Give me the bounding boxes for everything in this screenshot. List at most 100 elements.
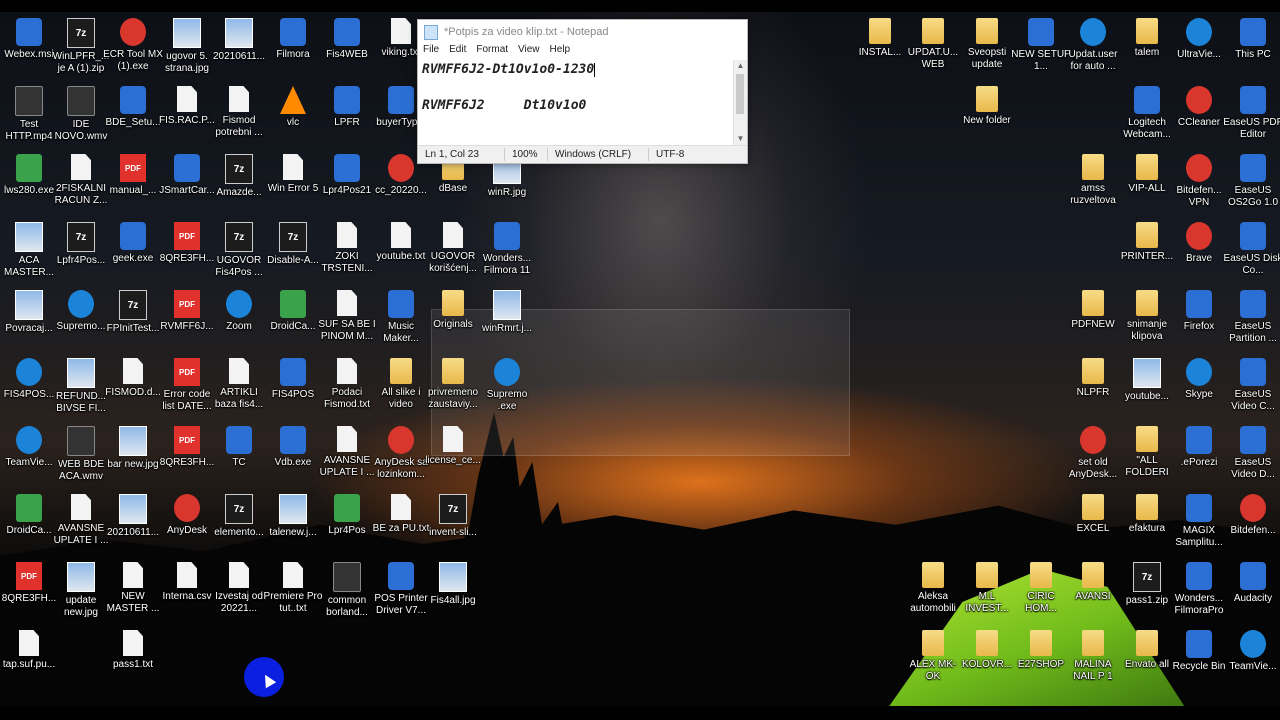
desktop-icon[interactable]: ZOKI TRSTENI...: [318, 220, 376, 286]
desktop-icon[interactable]: Lpr4Pos: [318, 492, 376, 558]
desktop-icon[interactable]: AnyDesk sa lozinkom...: [372, 424, 430, 490]
desktop-icon[interactable]: ECR Tool MX (1).exe: [103, 16, 163, 82]
desktop-icon[interactable]: MALINA NAIL P 1: [1064, 628, 1122, 694]
desktop-icon[interactable]: FIS.RAC.P...: [158, 84, 216, 150]
desktop-icon[interactable]: Win Error 5: [264, 152, 322, 218]
desktop-icon[interactable]: 7z Amazde...: [210, 152, 268, 218]
desktop-icon[interactable]: Updat.user for auto ...: [1064, 16, 1122, 82]
desktop-icon[interactable]: Wonders... Filmora 11: [478, 220, 536, 286]
desktop-icon[interactable]: TeamVie...: [0, 424, 58, 490]
desktop-icon[interactable]: EaseUS Partition ...: [1224, 288, 1280, 354]
desktop-icon[interactable]: Aleksa automobili: [904, 560, 962, 626]
desktop-icon[interactable]: .ePorezi: [1170, 424, 1228, 490]
desktop-icon[interactable]: TC: [210, 424, 268, 490]
desktop-icon[interactable]: Envato all: [1118, 628, 1176, 694]
desktop-icon[interactable]: SUF SA BE I PINOM M...: [318, 288, 376, 354]
desktop-icon[interactable]: 2FISKALNI RACUN Z...: [52, 152, 110, 218]
desktop-icon[interactable]: EaseUS Disk Co...: [1224, 220, 1280, 286]
desktop-icon[interactable]: EaseUS Video D...: [1224, 424, 1280, 490]
desktop-icon[interactable]: DroidCa...: [0, 492, 58, 558]
desktop-icon[interactable]: winRmrt.j...: [478, 288, 536, 354]
desktop-icon[interactable]: Vdb.exe: [264, 424, 322, 490]
desktop-icon[interactable]: update new.jpg: [52, 560, 110, 626]
desktop-icon[interactable]: Bitdefen... VPN: [1170, 152, 1228, 218]
desktop-icon[interactable]: 7z invent-sli...: [424, 492, 482, 558]
desktop-icon[interactable]: UltraVie...: [1170, 16, 1228, 82]
notepad-titlebar[interactable]: *Potpis za video klip.txt - Notepad: [418, 20, 747, 44]
desktop-icon[interactable]: Fis4all.jpg: [424, 560, 482, 626]
desktop-icon[interactable]: Originals: [424, 288, 482, 354]
desktop-icon[interactable]: privremeno zaustaviy...: [424, 356, 482, 422]
desktop-icon[interactable]: Firefox: [1170, 288, 1228, 354]
desktop-icon[interactable]: geek.exe: [104, 220, 162, 286]
vertical-scrollbar[interactable]: ▲ ▼: [733, 60, 747, 145]
desktop-icon[interactable]: efaktura: [1118, 492, 1176, 558]
desktop-icon[interactable]: Brave: [1170, 220, 1228, 286]
desktop-icon[interactable]: talem: [1118, 16, 1176, 82]
desktop-icon[interactable]: WEB BDE ACA.wmv: [52, 424, 110, 490]
desktop-icon[interactable]: common borland...: [318, 560, 376, 626]
notepad-window[interactable]: *Potpis za video klip.txt - Notepad File…: [417, 19, 748, 164]
menu-view[interactable]: View: [518, 44, 540, 60]
desktop-icon[interactable]: pass1.txt: [104, 628, 162, 694]
desktop-icon[interactable]: PDF 8QRE3FH...: [158, 424, 216, 490]
desktop-icon[interactable]: 7z Disable-A...: [264, 220, 322, 286]
desktop-icon[interactable]: KOLOVR...: [958, 628, 1016, 694]
desktop-icon[interactable]: NEW MASTER ...: [104, 560, 162, 626]
desktop-icon[interactable]: IDE NOVO.wmv: [52, 84, 110, 150]
desktop-icon[interactable]: DroidCa...: [264, 288, 322, 354]
desktop-icon[interactable]: 20210611...: [104, 492, 162, 558]
desktop-icon[interactable]: youtube...: [1118, 356, 1176, 422]
desktop-icon[interactable]: Fis4WEB: [318, 16, 376, 82]
desktop-icon[interactable]: CCleaner: [1170, 84, 1228, 150]
desktop-icon[interactable]: EaseUS OS2Go 1.0: [1224, 152, 1280, 218]
desktop-icon[interactable]: FIS4POS...: [0, 356, 58, 422]
desktop-icon[interactable]: Logitech Webcam...: [1118, 84, 1176, 150]
menu-file[interactable]: File: [423, 44, 439, 60]
desktop-icon[interactable]: Wonders... FilmoraPro: [1170, 560, 1228, 626]
desktop-icon[interactable]: Bitdefen...: [1224, 492, 1280, 558]
desktop-icon[interactable]: Supremo...: [52, 288, 110, 354]
desktop-icon[interactable]: AnyDesk: [158, 492, 216, 558]
desktop-icon[interactable]: EXCEL: [1064, 492, 1122, 558]
desktop-icon[interactable]: Izvestaj od 20221...: [210, 560, 268, 626]
desktop-icon[interactable]: 7z elemento...: [210, 492, 268, 558]
desktop-icon[interactable]: Supremo .exe: [478, 356, 536, 422]
desktop-icon[interactable]: INSTAL...: [851, 16, 909, 82]
desktop-icon[interactable]: POS Printer Driver V7...: [372, 560, 430, 626]
desktop-icon[interactable]: PDF 8QRE3FH...: [0, 560, 58, 626]
desktop-icon[interactable]: BE za PU.txt: [372, 492, 430, 558]
desktop-icon[interactable]: UGOVOR korišćenj...: [424, 220, 482, 286]
desktop-icon[interactable]: Webex.msi: [0, 16, 58, 82]
menu-help[interactable]: Help: [550, 44, 571, 60]
desktop-icon[interactable]: AVANSI: [1064, 560, 1122, 626]
desktop-icon[interactable]: ugovor 5. strana.jpg: [158, 16, 216, 82]
desktop-icon[interactable]: bar new.jpg: [104, 424, 162, 490]
desktop-icon[interactable]: Premiere Pro tut..txt: [264, 560, 322, 626]
desktop-icon[interactable]: REFUND... BIVSE FI...: [52, 356, 110, 422]
desktop-icon[interactable]: Audacity: [1224, 560, 1280, 626]
desktop-icon[interactable]: Podaci Fismod.txt: [318, 356, 376, 422]
desktop-icon[interactable]: LPFR: [318, 84, 376, 150]
desktop-icon[interactable]: AVANSNE UPLATE I ...: [52, 492, 110, 558]
desktop-icon[interactable]: tap.suf.pu...: [0, 628, 58, 694]
desktop-icon[interactable]: EaseUS Video C...: [1224, 356, 1280, 422]
desktop-icon[interactable]: talenew.j...: [264, 492, 322, 558]
desktop-icon[interactable]: PDF manual_...: [104, 152, 162, 218]
desktop-icon[interactable]: PRINTER...: [1118, 220, 1176, 286]
desktop-icon[interactable]: This PC: [1224, 16, 1280, 82]
scroll-up-icon[interactable]: ▲: [734, 60, 747, 72]
desktop-icon[interactable]: snimanje klipova: [1118, 288, 1176, 354]
desktop-icon[interactable]: youtube.txt: [372, 220, 430, 286]
desktop-icon[interactable]: Recycle Bin: [1170, 628, 1228, 694]
desktop-icon[interactable]: AVANSNE UPLATE I ...: [318, 424, 376, 490]
desktop-icon[interactable]: FIS4POS: [264, 356, 322, 422]
desktop-icon[interactable]: All slike i video: [372, 356, 430, 422]
desktop-icon[interactable]: NLPFR: [1064, 356, 1122, 422]
desktop-icon[interactable]: Povracaj...: [0, 288, 58, 354]
desktop-icon[interactable]: M.L INVEST...: [958, 560, 1016, 626]
desktop-icon[interactable]: vlc: [264, 84, 322, 150]
desktop-icon[interactable]: 20210611...: [210, 16, 268, 82]
menu-format[interactable]: Format: [476, 44, 508, 60]
desktop-icon[interactable]: MAGIX Samplitu...: [1170, 492, 1228, 558]
